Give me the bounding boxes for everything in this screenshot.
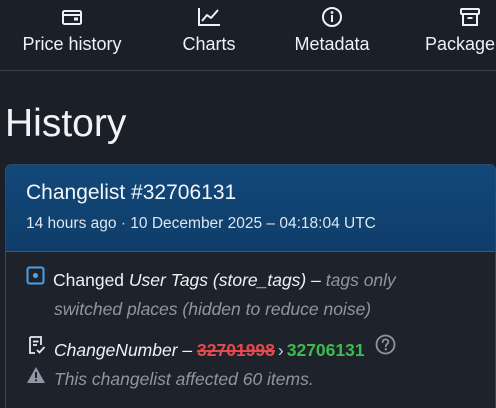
change-note: tags only (325, 270, 396, 290)
meta-separator: · (120, 215, 126, 232)
line-chart-icon (176, 6, 242, 28)
checklist-icon (26, 335, 46, 364)
changelist-warning: This changelist affected 60 items. (26, 365, 314, 395)
dot-square-icon (26, 265, 45, 294)
tab-label: Charts (182, 34, 236, 54)
changelist-link[interactable]: Changelist #32706131 (26, 179, 236, 207)
tab-charts[interactable]: Charts (176, 6, 242, 62)
info-icon (288, 6, 376, 28)
wallet-icon (16, 6, 128, 28)
app-frame: Price history Charts Metadata Package Hi… (0, 0, 496, 408)
page-title: History (5, 102, 127, 145)
top-nav-tabs: Price history Charts Metadata Package (0, 0, 496, 71)
tab-label: Metadata (294, 34, 370, 54)
change-row-tags: Changed User Tags (store_tags) – tags on… (26, 266, 396, 296)
warning-triangle-icon (26, 364, 46, 393)
tab-label: Price history (22, 34, 122, 54)
relative-time: 14 hours ago (26, 215, 117, 232)
question-circle-icon[interactable] (375, 334, 396, 364)
dash: – (182, 340, 193, 360)
old-value: 32701998 (197, 340, 275, 360)
changelist-card: Changelist #32706131 14 hours ago · 10 D… (5, 164, 496, 408)
dash: – (311, 270, 321, 290)
changelist-timestamp: 14 hours ago · 10 December 2025 – 04:18:… (26, 213, 376, 235)
tab-metadata[interactable]: Metadata (288, 6, 376, 62)
tab-label: Package (425, 34, 496, 54)
changed-field-name: ChangeNumber (54, 340, 178, 360)
archive-icon (425, 6, 496, 28)
warning-text: This changelist affected 60 items. (54, 369, 314, 389)
changelist-header: Changelist #32706131 14 hours ago · 10 D… (6, 165, 495, 252)
absolute-datetime: 10 December 2025 – 04:18:04 UTC (130, 215, 376, 232)
new-value: 32706131 (286, 340, 365, 360)
change-note-line2: switched places (hidden to reduce noise) (54, 299, 372, 319)
tab-price-history[interactable]: Price history (16, 6, 128, 62)
change-row-changenumber: ChangeNumber – 32701998 › 32706131 (26, 334, 396, 366)
change-arrow: › (277, 340, 284, 360)
changed-field-name: User Tags (store_tags) (128, 270, 307, 290)
change-note-continued: switched places (hidden to reduce noise) (54, 295, 371, 324)
tab-package[interactable]: Package (425, 6, 496, 62)
change-verb: Changed (53, 270, 125, 290)
